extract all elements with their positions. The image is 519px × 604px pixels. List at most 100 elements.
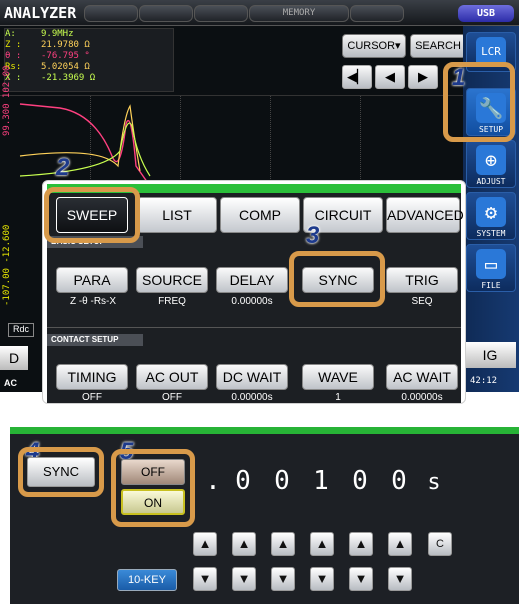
sync-panel-header-bar [10,427,519,434]
triangle-up-icon: ▲ [315,536,329,551]
triangle-up-icon: ▲ [393,536,407,551]
gear-icon: ⚙ [476,197,506,227]
clock: 42:12 [470,376,498,386]
folder-icon: ▭ [476,249,506,279]
wave-value: 1 [335,392,341,403]
value-digit: 0 [391,466,407,496]
chevron-right-icon: ▶ [418,69,428,84]
triangle-up-icon: ▲ [276,536,290,551]
g-button[interactable]: IG [464,342,516,368]
digit-down-button[interactable]: ▼ [388,567,412,591]
sync-label-button[interactable]: SYNC [27,457,95,487]
para-button[interactable]: PARA [56,267,128,293]
dc-wait-value: 0.00000s [231,392,273,403]
triangle-down-icon: ▼ [315,571,329,586]
digit-up-button[interactable]: ▲ [193,532,217,556]
wave-button[interactable]: WAVE [302,364,374,390]
triangle-up-icon: ▲ [237,536,251,551]
source-value: FREQ [158,296,186,307]
step-3-highlight [289,251,385,307]
system-button[interactable]: ⚙ SYSTEM [466,192,516,240]
delay-value: 0.00000s [231,296,273,307]
value-digit: 0 [352,466,368,496]
prev-point-button[interactable]: ◀ [375,65,405,89]
value-digit: 0 [235,466,251,496]
title-bar: ANALYZER MEMORY USB [0,0,519,26]
tab-comp[interactable]: COMP [220,197,300,233]
title-segment [350,5,404,22]
readout-row: Z : 21.9780 Ω [5,40,90,50]
y-axis-top-label: 99.300 102.00 [2,65,12,136]
digit-down-button[interactable]: ▼ [349,567,373,591]
digit-up-button[interactable]: ▲ [232,532,256,556]
dc-wait-button[interactable]: DC WAIT [216,364,288,390]
triangle-up-icon: ▲ [354,536,368,551]
triangle-up-icon: ▲ [198,536,212,551]
source-button[interactable]: SOURCE [136,267,208,293]
delay-button[interactable]: DELAY [216,267,288,293]
ac-wait-value: 0.00000s [401,392,443,403]
first-point-button[interactable]: ◀▏ [342,65,372,89]
clear-button[interactable]: C [428,532,452,556]
readout-row: Rs: 5.02054 Ω [5,62,90,72]
title-segment [194,5,248,22]
chevron-left-icon: ◀ [385,69,395,84]
contact-setup-header: CONTACT SETUP [47,334,143,346]
digit-down-button[interactable]: ▼ [310,567,334,591]
timing-button[interactable]: TIMING [56,364,128,390]
adjust-button[interactable]: ⊕ ADJUST [466,140,516,188]
section-divider [47,327,461,328]
memory-indicator: MEMORY [249,5,349,22]
ac-indicator: AC [4,378,17,388]
value-digit: 0 [274,466,290,496]
file-label: FILE [481,281,501,290]
triangle-down-icon: ▼ [237,571,251,586]
timing-value: OFF [82,392,102,403]
next-point-button[interactable]: ▶ [408,65,438,89]
tab-list[interactable]: LIST [137,197,217,233]
step-2-number: 2 [56,154,70,181]
value-digit: . [205,466,221,496]
rdc-indicator: Rdc [8,323,34,337]
digit-down-button[interactable]: ▼ [193,567,217,591]
ac-out-button[interactable]: AC OUT [136,364,208,390]
ac-out-value: OFF [162,392,182,403]
digit-down-button[interactable]: ▼ [232,567,256,591]
ac-wait-button[interactable]: AC WAIT [386,364,458,390]
usb-indicator: USB [458,5,514,22]
triangle-down-icon: ▼ [276,571,290,586]
readout-row: θ : -76.795 ° [5,51,90,61]
step-3-number: 3 [306,222,320,249]
y-axis-bottom-label: -107.00 -12.600 [2,224,12,306]
digit-up-button[interactable]: ▲ [271,532,295,556]
system-label: SYSTEM [476,229,506,238]
digit-down-button[interactable]: ▼ [271,567,295,591]
trig-value: SEQ [411,296,433,307]
digit-up-button[interactable]: ▲ [310,532,334,556]
file-button[interactable]: ▭ FILE [466,244,516,292]
screen-title: ANALYZER [4,4,77,22]
triangle-down-icon: ▼ [354,571,368,586]
digit-up-button[interactable]: ▲ [349,532,373,556]
ten-key-button[interactable]: 10-KEY [117,569,177,591]
trig-button[interactable]: TRIG [386,267,458,293]
triangle-down-icon: ▼ [393,571,407,586]
sync-on-option[interactable]: ON [121,489,185,515]
search-button[interactable]: SEARCH [410,34,466,58]
cursor-button[interactable]: CURSOR▾ [342,34,406,58]
value-unit: s [427,470,441,495]
digit-up-button[interactable]: ▲ [388,532,412,556]
triangle-down-icon: ▼ [198,571,212,586]
readout-row: X : -21.3969 Ω [5,73,96,83]
title-segment [139,5,193,22]
skip-left-icon: ◀▏ [347,69,367,84]
sync-off-option[interactable]: OFF [121,459,185,485]
title-segment [84,5,138,22]
step-2-highlight [44,187,140,243]
adjust-label: ADJUST [476,177,506,186]
readout-row: A: 9.9MHz [5,29,74,39]
step-1-number: 1 [452,64,466,91]
crosshair-icon: ⊕ [476,145,506,175]
d-button[interactable]: D [0,346,28,370]
tab-advanced[interactable]: ADVANCED [386,197,464,233]
